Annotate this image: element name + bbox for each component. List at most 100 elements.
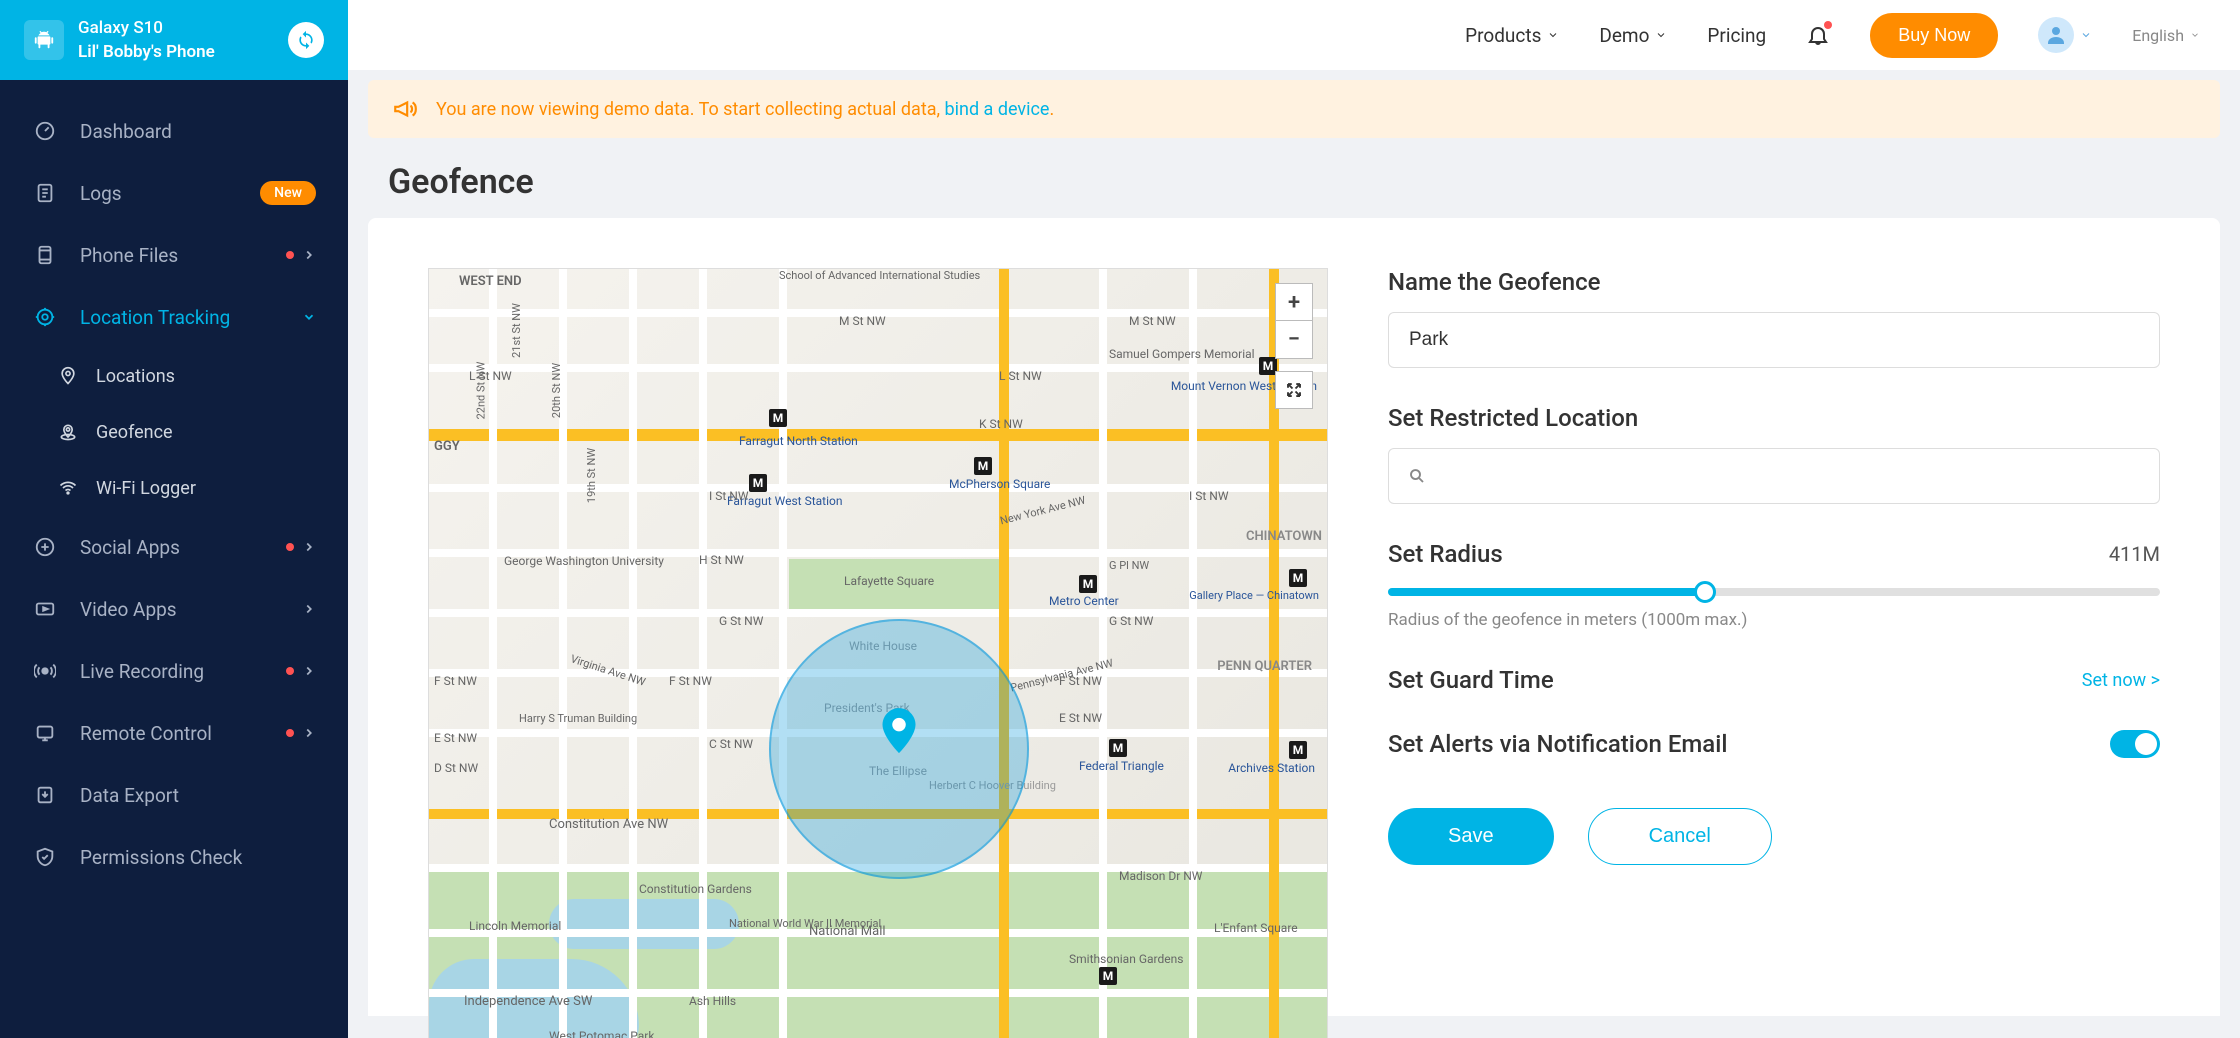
device-name: Lil' Bobby's Phone [78,42,274,62]
language-selector[interactable]: English [2132,26,2200,45]
name-input[interactable] [1388,312,2160,368]
map-label: Farragut North Station [739,434,858,448]
slider-fill [1388,588,1705,596]
wifi-icon [56,476,80,500]
nav-location-tracking[interactable]: Location Tracking [0,286,348,348]
dashboard-icon [32,118,58,144]
guard-time-label: Set Guard Time [1388,666,1554,694]
megaphone-icon [392,96,418,122]
map-label: 20th St NW [550,363,563,418]
map-street [629,269,637,1038]
nav-demo-label: Demo [1599,24,1649,47]
map-label: F St NW [669,674,712,688]
language-label: English [2132,26,2184,45]
map-label: M St NW [839,314,886,328]
radius-slider[interactable] [1388,588,2160,596]
map-label: G St NW [1109,614,1153,628]
banner-text: You are now viewing demo data. To start … [436,99,1054,120]
chevron-right-icon [302,602,316,616]
map-label: GGY [434,439,460,454]
map-label: Independence Ave SW [464,994,592,1009]
zoom-out-button[interactable]: − [1275,321,1313,359]
nav-label-remote: Remote Control [80,722,286,745]
nav-permissions-check[interactable]: Permissions Check [0,826,348,888]
nav-logs[interactable]: Logs New [0,162,348,224]
nav-label-location-tracking: Location Tracking [80,306,302,329]
metro-marker: M [1289,741,1307,759]
sync-button[interactable] [288,22,324,58]
map-label: School of Advanced International Studies [779,269,980,282]
nav-dashboard[interactable]: Dashboard [0,100,348,162]
slider-thumb[interactable] [1694,581,1716,603]
chevron-down-icon [1547,29,1559,41]
nav-live-recording[interactable]: Live Recording [0,640,348,702]
cancel-button[interactable]: Cancel [1588,808,1772,865]
map-label: Archives Station [1228,761,1315,775]
map-label: CHINATOWN [1246,529,1322,544]
nav-locations[interactable]: Locations [0,348,348,404]
nav-pricing[interactable]: Pricing [1707,24,1766,47]
fullscreen-button[interactable] [1275,371,1313,409]
account-menu[interactable] [2038,17,2092,53]
location-tracking-icon [32,304,58,330]
map-label: I St NW [1189,489,1228,503]
nav-label-permissions: Permissions Check [80,846,316,869]
toggle-knob [2135,733,2157,755]
map-water [549,899,739,949]
nav-data-export[interactable]: Data Export [0,764,348,826]
map-label: E St NW [434,731,477,745]
map-label: L St NW [999,369,1042,383]
bind-device-link[interactable]: bind a device [945,99,1050,120]
set-now-link[interactable]: Set now > [2082,670,2160,691]
map-label: Lafayette Square [844,574,934,588]
alert-dot [286,251,294,259]
geofence-radius-overlay [769,619,1029,879]
phone-files-icon [32,242,58,268]
metro-marker: M [1289,569,1307,587]
shield-icon [32,844,58,870]
export-icon [32,782,58,808]
metro-marker: M [974,457,992,475]
map-label: F St NW [1059,674,1102,688]
alerts-toggle[interactable] [2110,730,2160,758]
nav-demo[interactable]: Demo [1599,24,1667,47]
nav-label-export: Data Export [80,784,316,807]
alerts-label: Set Alerts via Notification Email [1388,730,1727,758]
location-search-input[interactable] [1388,448,2160,504]
map-label: G Pl NW [1109,559,1149,572]
android-icon [24,20,64,60]
alert-dot [286,543,294,551]
nav-social-apps[interactable]: Social Apps [0,516,348,578]
nav-label-locations: Locations [96,366,175,387]
nav-label-dashboard: Dashboard [80,120,316,143]
geofence-form: Name the Geofence Set Restricted Locatio… [1388,268,2160,966]
nav-label-live: Live Recording [80,660,286,683]
video-icon [32,596,58,622]
avatar-icon [2038,17,2074,53]
nav-phone-files[interactable]: Phone Files [0,224,348,286]
nav-products[interactable]: Products [1465,24,1559,47]
search-icon [1408,467,1426,485]
nav-label-wifi: Wi-Fi Logger [96,478,196,499]
nav-video-apps[interactable]: Video Apps [0,578,348,640]
notifications-button[interactable] [1806,23,1830,47]
chevron-down-icon [302,310,316,324]
chevron-right-icon [302,664,316,678]
map-label: C St NW [709,737,753,751]
save-button[interactable]: Save [1388,808,1554,865]
chevron-down-icon [2080,29,2092,41]
map-label: New York Ave NW [999,494,1087,528]
nav-wifi-logger[interactable]: Wi-Fi Logger [0,460,348,516]
nav-pricing-label: Pricing [1707,24,1766,47]
map-label: E St NW [1059,711,1102,725]
buy-now-button[interactable]: Buy Now [1870,13,1998,58]
map-label: Gallery Place — Chinatown [1189,589,1319,602]
nav-remote-control[interactable]: Remote Control [0,702,348,764]
map-controls: + − [1275,283,1313,409]
map[interactable]: + − [428,268,1328,1038]
nav-geofence[interactable]: Geofence [0,404,348,460]
live-icon [32,658,58,684]
zoom-in-button[interactable]: + [1275,283,1313,321]
sidebar: Galaxy S10 Lil' Bobby's Phone Dashboard … [0,0,348,1038]
map-label: M St NW [1129,314,1176,328]
